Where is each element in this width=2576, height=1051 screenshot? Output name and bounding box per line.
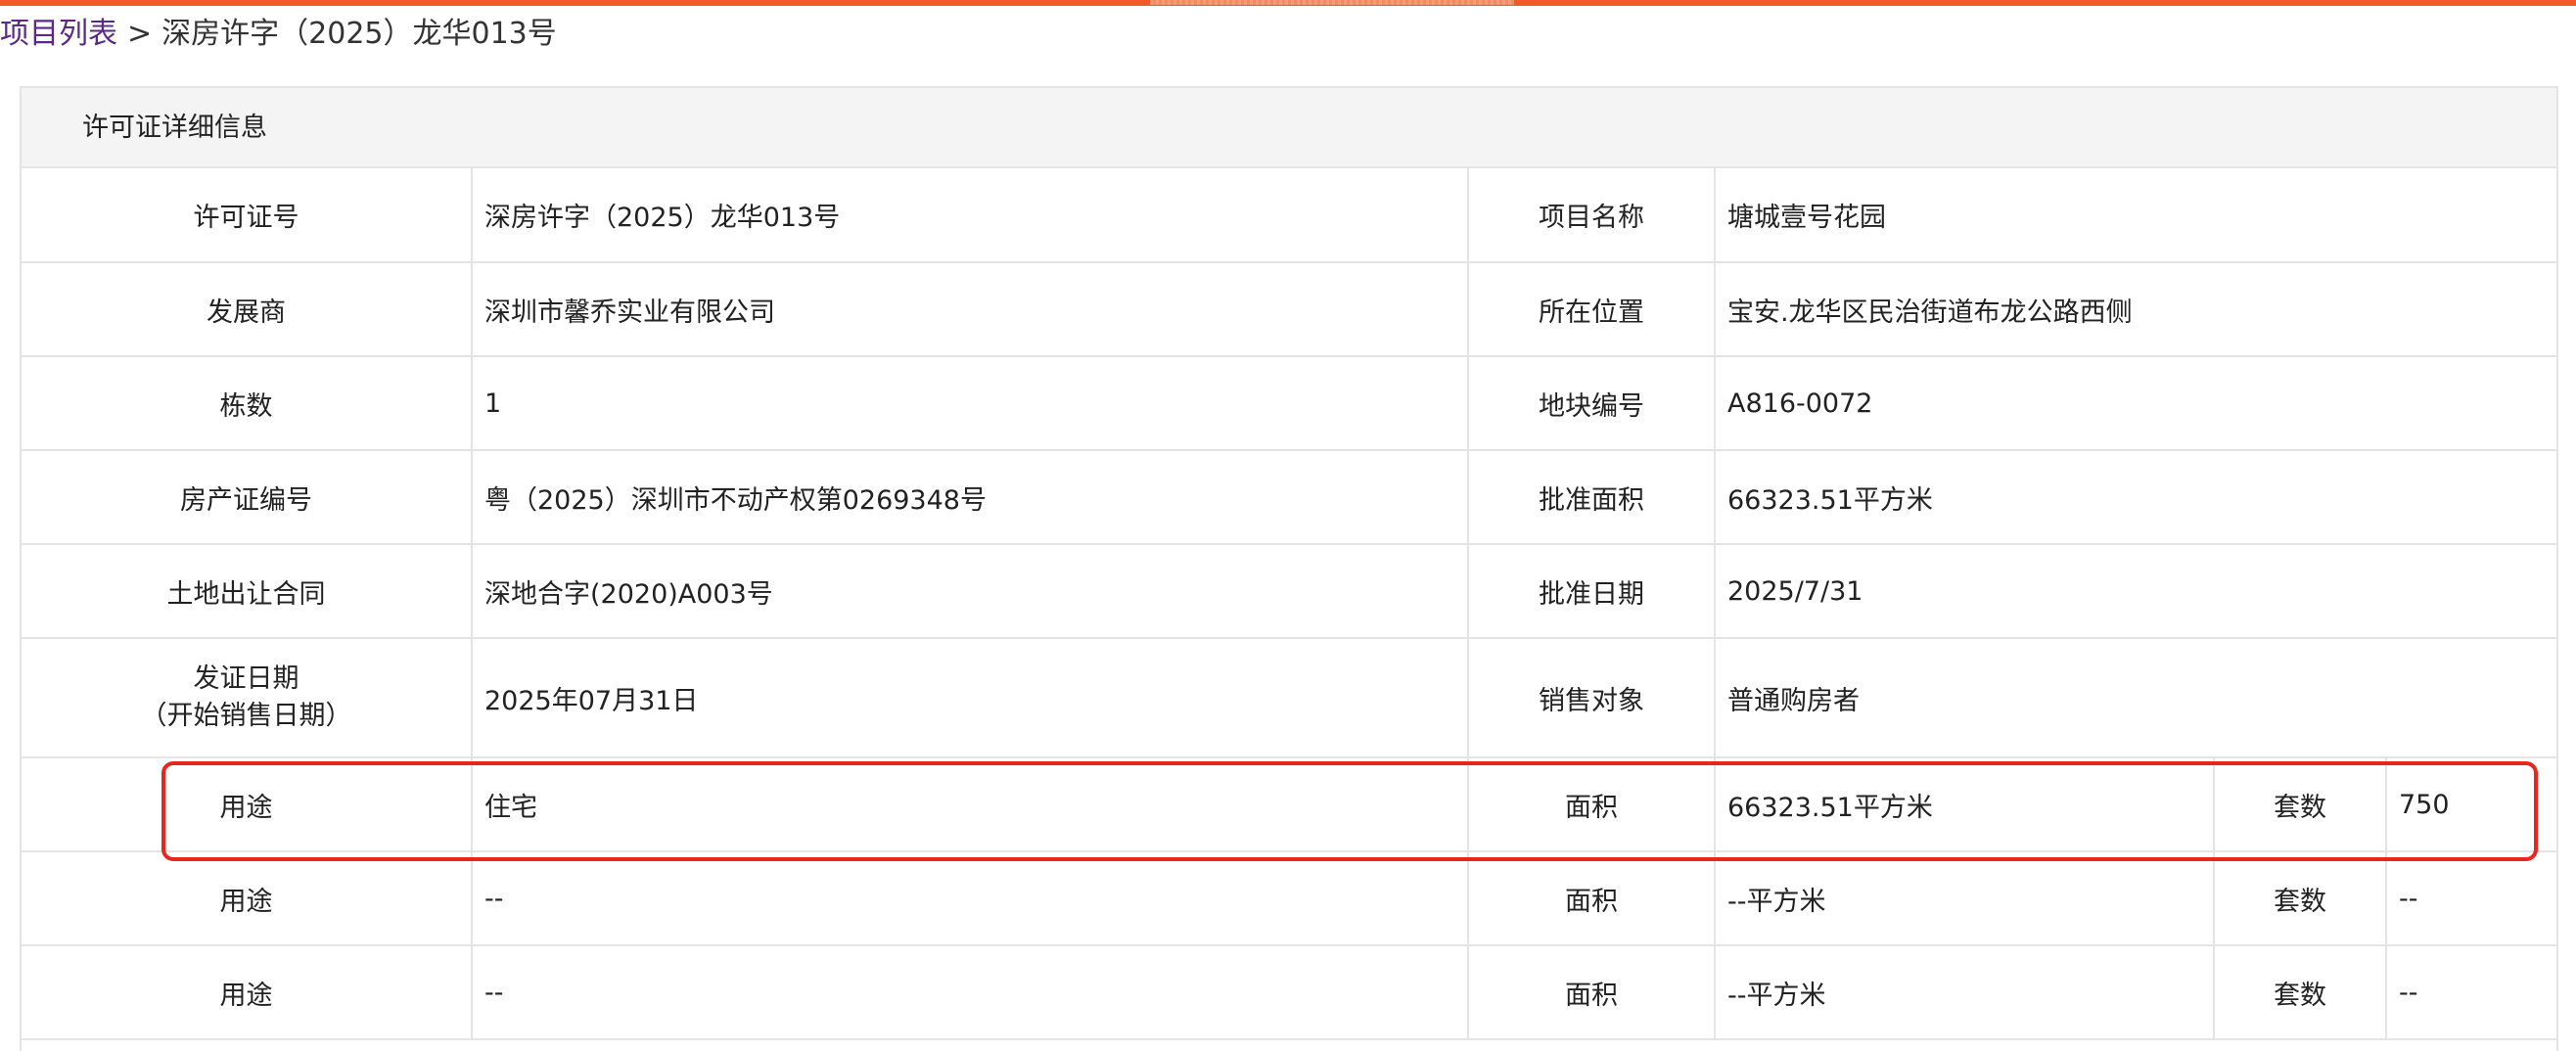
unit-count-label: 套数	[2214, 851, 2387, 946]
table-row: 许可证号 深房许字（2025）龙华013号 项目名称 塘城壹号花园	[22, 168, 2556, 263]
table-row: 发展商 深圳市馨乔实业有限公司 所在位置 宝安.龙华区民治街道布龙公路西侧	[22, 262, 2556, 357]
area-value: --平方米	[1715, 851, 2215, 946]
plot-number-label: 地块编号	[1468, 356, 1716, 451]
issue-date-value: 2025年07月31日	[472, 638, 1469, 758]
property-cert-value: 粤（2025）深圳市不动产权第0269348号	[472, 450, 1469, 545]
usage-value: --	[472, 945, 1469, 1040]
usage-label: 用途	[22, 757, 473, 852]
approval-date-label: 批准日期	[1468, 544, 1716, 639]
building-count-label: 栋数	[22, 356, 473, 451]
area-label: 面积	[1468, 757, 1716, 852]
permit-number-value: 深房许字（2025）龙华013号	[472, 168, 1469, 263]
usage-row: 用途 住宅 面积 66323.51平方米 套数 750	[22, 757, 2556, 852]
usage-value: --	[472, 851, 1469, 946]
breadcrumb-project-list-link[interactable]: 项目列表	[0, 17, 117, 51]
usage-value: 住宅	[472, 757, 1469, 852]
table-row: 土地出让合同 深地合字(2020)A003号 批准日期 2025/7/31	[22, 544, 2556, 639]
building-count-value: 1	[472, 356, 1469, 451]
usage-label: 用途	[22, 945, 473, 1040]
unit-count-label: 套数	[2214, 757, 2387, 852]
approved-area-label: 批准面积	[1468, 450, 1716, 545]
developer-value: 深圳市馨乔实业有限公司	[472, 262, 1469, 357]
area-value: 66323.51平方米	[1715, 757, 2215, 852]
page-loading-bar	[0, 0, 2576, 6]
sales-target-label: 销售对象	[1468, 638, 1716, 758]
issue-date-label: 发证日期 （开始销售日期）	[22, 638, 473, 758]
issue-date-label-line1: 发证日期	[193, 663, 299, 694]
table-row: 房产证编号 粤（2025）深圳市不动产权第0269348号 批准面积 66323…	[22, 450, 2556, 545]
plot-number-value: A816-0072	[1715, 356, 2556, 451]
land-contract-value: 深地合字(2020)A003号	[472, 544, 1469, 639]
location-value: 宝安.龙华区民治街道布龙公路西侧	[1715, 262, 2556, 357]
unit-count-value: 750	[2386, 757, 2556, 852]
area-value: --平方米	[1715, 945, 2215, 1040]
project-name-label: 项目名称	[1468, 168, 1716, 263]
loading-progress	[1150, 0, 1514, 5]
sales-target-value: 普通购房者	[1715, 638, 2556, 758]
panel-title: 许可证详细信息	[22, 88, 2556, 168]
breadcrumb-current: 深房许字（2025）龙华013号	[161, 17, 557, 51]
breadcrumb-separator: >	[127, 17, 153, 51]
usage-label: 用途	[22, 851, 473, 946]
land-contract-label: 土地出让合同	[22, 544, 473, 639]
permit-number-label: 许可证号	[22, 168, 473, 263]
issue-date-label-text: 发证日期 （开始销售日期）	[141, 661, 352, 735]
usage-row: 用途 -- 面积 --平方米 套数 --	[22, 945, 2556, 1040]
area-label: 面积	[1468, 945, 1716, 1040]
unit-count-value: --	[2386, 945, 2556, 1040]
breadcrumb: 项目列表 > 深房许字（2025）龙华013号	[0, 12, 557, 57]
location-label: 所在位置	[1468, 262, 1716, 357]
table-row: 栋数 1 地块编号 A816-0072	[22, 356, 2556, 451]
permit-info-table: 许可证号 深房许字（2025）龙华013号 项目名称 塘城壹号花园 发展商 深圳…	[22, 168, 2556, 1040]
unit-count-label: 套数	[2214, 945, 2387, 1040]
issue-date-label-line2: （开始销售日期）	[140, 701, 352, 731]
area-label: 面积	[1468, 851, 1716, 946]
project-name-value: 塘城壹号花园	[1715, 168, 2556, 263]
approval-date-value: 2025/7/31	[1715, 544, 2556, 639]
developer-label: 发展商	[22, 262, 473, 357]
approved-area-value: 66323.51平方米	[1715, 450, 2556, 545]
table-row: 发证日期 （开始销售日期） 2025年07月31日 销售对象 普通购房者	[22, 638, 2556, 758]
property-cert-label: 房产证编号	[22, 450, 473, 545]
permit-detail-panel: 许可证详细信息 许可证号 深房许字（2025）龙华013号 项目名称 塘城壹号花…	[20, 86, 2558, 1051]
usage-row: 用途 -- 面积 --平方米 套数 --	[22, 851, 2556, 946]
unit-count-value: --	[2386, 851, 2556, 946]
